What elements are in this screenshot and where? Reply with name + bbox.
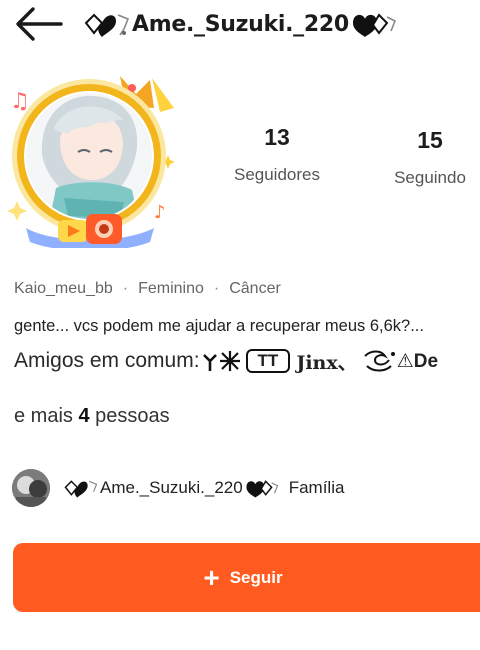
- mutual-friends-names: TT Jinx、 ⚠De: [202, 348, 438, 375]
- zodiac-text: Câncer: [229, 280, 281, 297]
- follow-button[interactable]: + Seguir: [13, 543, 480, 612]
- followers-label: Seguidores: [233, 165, 320, 184]
- plus-icon: +: [203, 561, 220, 593]
- svg-text:♪: ♪: [154, 202, 166, 223]
- svg-text:♫: ♫: [10, 89, 30, 114]
- meta-separator: ·: [213, 280, 220, 297]
- follow-button-content: + Seguir: [203, 561, 283, 593]
- following-stat[interactable]: 15 Seguindo: [382, 127, 478, 188]
- heart-bow-icon: [64, 476, 98, 500]
- followers-stat[interactable]: 13 Seguidores: [222, 124, 332, 185]
- profile-meta: Kaio_meu_bb · Feminino · Câncer: [14, 280, 281, 298]
- family-role-label: Família: [288, 478, 345, 497]
- profile-title-row: Ame._Suzuki._220: [84, 6, 397, 42]
- swirl-icon: [363, 350, 395, 372]
- more-count: 4: [78, 405, 90, 427]
- following-count: 15: [417, 127, 443, 153]
- family-member-name: Ame._Suzuki._220: [100, 478, 243, 497]
- followers-count: 13: [264, 124, 290, 150]
- page-title: Ame._Suzuki._220: [132, 11, 349, 37]
- mutual-friend-trailing: ⚠De: [396, 350, 439, 372]
- heart-bow-icon: [245, 476, 279, 500]
- top-bar: Ame._Suzuki._220: [0, 0, 480, 50]
- tt-badge: TT: [245, 349, 291, 373]
- meta-separator: ·: [122, 280, 129, 297]
- following-label: Seguindo: [394, 168, 466, 187]
- more-suffix: pessoas: [95, 405, 170, 427]
- profile-avatar[interactable]: ♫ ♪: [4, 68, 182, 251]
- family-avatar[interactable]: [12, 469, 50, 507]
- ornament-icon: [202, 351, 240, 371]
- heart-bow-icon: [351, 9, 397, 39]
- mutual-friends-row[interactable]: Amigos em comum: TT Jinx、 ⚠De: [14, 345, 480, 377]
- mutual-friend-jinx: Jinx、: [296, 351, 357, 374]
- gender-text: Feminino: [138, 280, 204, 297]
- profile-bio[interactable]: gente... vcs podem me ajudar a recuperar…: [14, 317, 480, 336]
- nickname-text: Kaio_meu_bb: [14, 280, 113, 297]
- arrow-left-icon: [16, 7, 63, 41]
- family-member-row[interactable]: Ame._Suzuki._220 Família: [12, 468, 344, 508]
- heart-bow-icon: [84, 9, 130, 39]
- back-button[interactable]: [8, 3, 68, 45]
- follow-button-label: Seguir: [229, 567, 283, 587]
- more-mutual-friends[interactable]: e mais 4 pessoas: [14, 405, 170, 428]
- mutual-friends-label: Amigos em comum:: [14, 349, 200, 372]
- more-prefix: e mais: [14, 405, 73, 427]
